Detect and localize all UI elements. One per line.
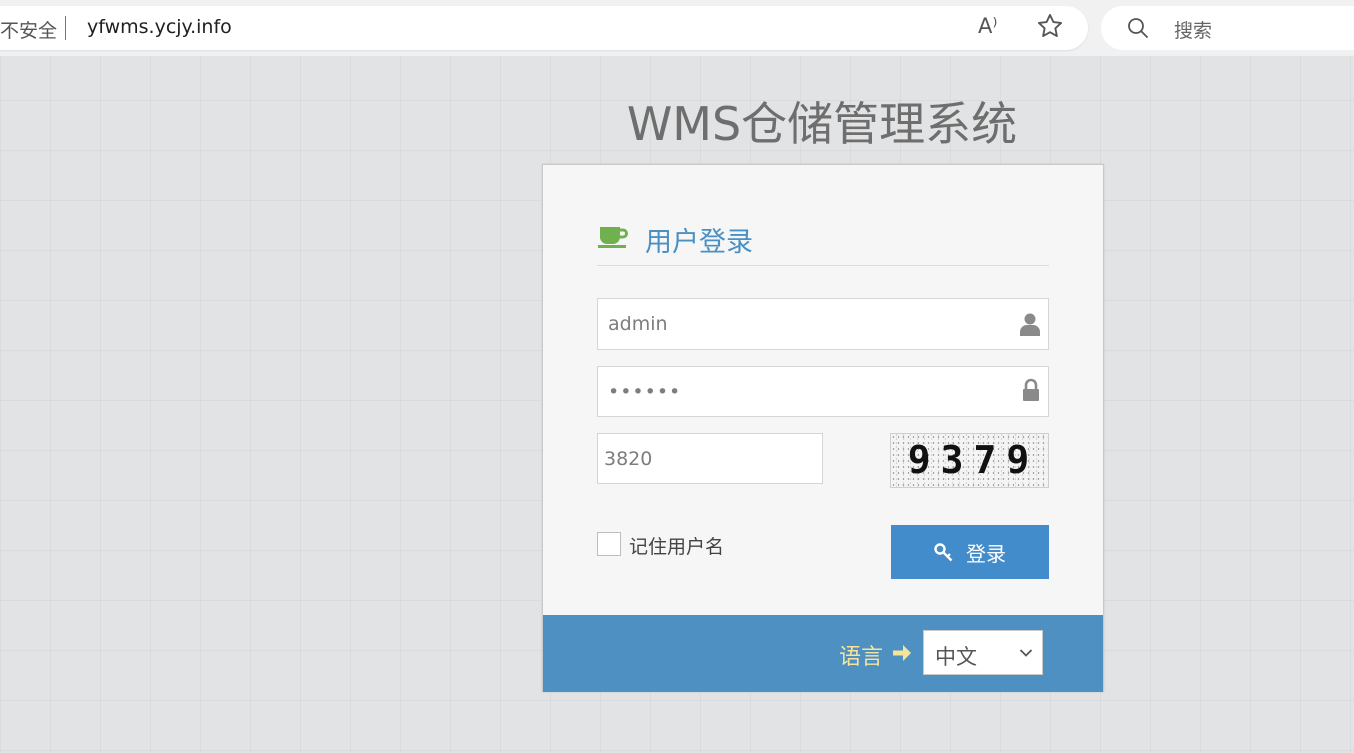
login-button[interactable]: 登录	[891, 525, 1049, 579]
chevron-down-icon	[1019, 649, 1033, 657]
favorite-star-icon[interactable]	[1036, 12, 1064, 40]
login-heading: 用户登录	[597, 220, 1049, 266]
remember-username-checkbox[interactable]	[597, 532, 621, 556]
browser-toolbar: 不安全 yfwms.ycjy.info A⁾ 搜索	[0, 0, 1354, 56]
key-icon	[934, 543, 953, 562]
password-field[interactable]	[597, 366, 1049, 417]
login-button-label: 登录	[966, 541, 1006, 566]
username-field[interactable]	[597, 298, 1049, 350]
user-icon	[1020, 313, 1040, 336]
language-label: 语言	[839, 645, 884, 670]
arrow-right-icon	[893, 645, 911, 661]
language-select-value: 中文	[935, 645, 977, 669]
security-indicator[interactable]: 不安全	[0, 16, 57, 43]
read-aloud-icon[interactable]: A⁾	[978, 14, 998, 38]
address-separator	[65, 16, 66, 40]
login-heading-label: 用户登录	[645, 227, 753, 258]
page-title: WMS仓储管理系统	[626, 97, 1018, 151]
captcha-input[interactable]	[598, 434, 822, 483]
language-select[interactable]: 中文	[923, 630, 1043, 675]
search-icon[interactable]	[1126, 16, 1150, 40]
username-input[interactable]	[598, 299, 1048, 349]
password-input[interactable]	[598, 367, 1048, 416]
remember-username-label[interactable]: 记住用户名	[629, 532, 724, 559]
login-footer: 语言 中文	[543, 615, 1103, 692]
lock-icon	[1023, 378, 1039, 401]
browser-search-placeholder[interactable]: 搜索	[1174, 16, 1212, 43]
login-panel: 用户登录 9379 记住用户名 登录 语言 中文	[542, 164, 1104, 692]
captcha-image[interactable]: 9379	[890, 433, 1049, 488]
coffee-cup-icon	[598, 227, 628, 248]
url-text[interactable]: yfwms.ycjy.info	[87, 16, 232, 38]
captcha-field[interactable]	[597, 433, 823, 484]
